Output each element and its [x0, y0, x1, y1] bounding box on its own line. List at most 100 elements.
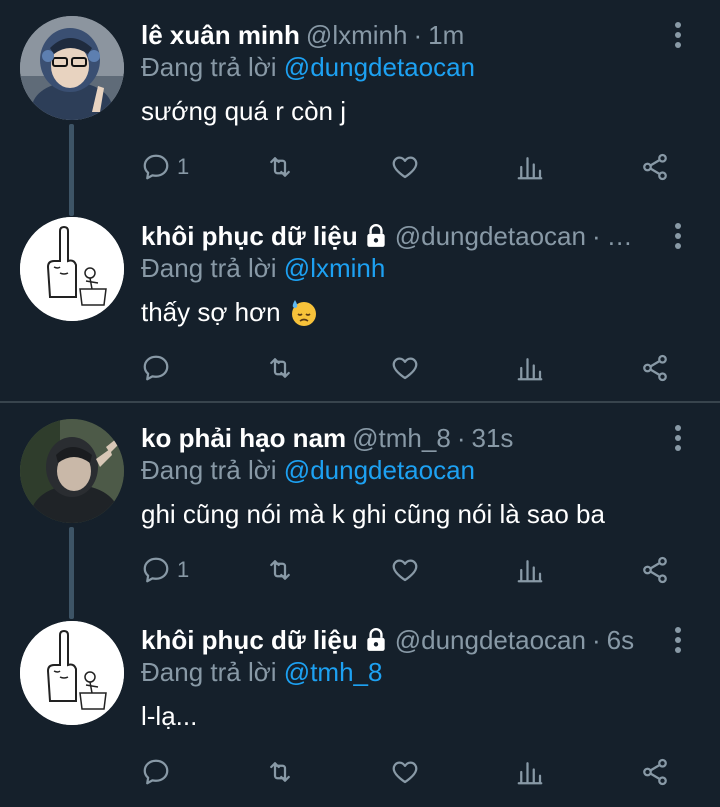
replying-to: Đang trả lời @dungdetaocan: [141, 455, 475, 486]
replying-to-label: Đang trả lời: [141, 253, 277, 283]
thread-1: lê xuân minh @lxminh · 1m Đang trả lời @…: [0, 0, 720, 402]
tweet-1[interactable]: lê xuân minh @lxminh · 1m Đang trả lời @…: [0, 0, 720, 200]
like-button[interactable]: [390, 145, 420, 189]
more-vertical-icon[interactable]: [668, 221, 688, 251]
like-button[interactable]: [390, 750, 420, 794]
tweet-header: khôi phục dữ liệu @dungdetaocan · 6s: [141, 623, 634, 657]
tweet-header: khôi phục dữ liệu @dungdetaocan · …: [141, 219, 633, 253]
tweet-text: ghi cũng nói mà k ghi cũng nói là sao ba: [141, 499, 605, 530]
avatar-dungdetaocan[interactable]: [20, 621, 124, 725]
timestamp[interactable]: 6s: [607, 625, 634, 656]
like-button[interactable]: [390, 346, 420, 390]
retweet-button[interactable]: [265, 750, 295, 794]
tweet-actions: 1: [0, 145, 720, 189]
more-vertical-icon[interactable]: [668, 20, 688, 50]
tweet-actions: [0, 750, 720, 794]
replying-to-label: Đang trả lời: [141, 657, 277, 687]
display-name[interactable]: khôi phục dữ liệu: [141, 625, 358, 656]
more-vertical-icon[interactable]: [668, 625, 688, 655]
username[interactable]: @tmh_8: [352, 423, 451, 454]
display-name[interactable]: ko phải hạo nam: [141, 423, 346, 454]
tweet-2[interactable]: khôi phục dữ liệu @dungdetaocan · … Đang…: [0, 201, 720, 401]
username[interactable]: @dungdetaocan: [395, 221, 586, 252]
replying-to: Đang trả lời @tmh_8: [141, 657, 382, 688]
separator-dot: ·: [591, 624, 601, 655]
reply-button[interactable]: [141, 750, 177, 794]
tweet-actions: 1: [0, 548, 720, 592]
analytics-icon: [517, 157, 543, 180]
share-button[interactable]: [640, 145, 670, 189]
replying-to-mention[interactable]: @dungdetaocan: [284, 455, 475, 485]
reply-button[interactable]: 1: [141, 145, 189, 189]
timestamp[interactable]: …: [607, 221, 633, 252]
tweet-text-content: sướng quá r còn j: [141, 96, 347, 126]
timestamp[interactable]: 31s: [471, 423, 513, 454]
replying-to: Đang trả lời @dungdetaocan: [141, 52, 475, 83]
retweet-button[interactable]: [265, 548, 295, 592]
avatar-tmh_8[interactable]: [20, 419, 124, 523]
tweet-text-content: thấy sợ hơn: [141, 297, 281, 327]
avatar-dungdetaocan[interactable]: [20, 217, 124, 321]
analytics-icon: [517, 762, 543, 785]
replying-to-mention[interactable]: @dungdetaocan: [284, 52, 475, 82]
anxious-sweat-emoji: [291, 299, 316, 326]
share-button[interactable]: [640, 548, 670, 592]
share-icon: [643, 354, 667, 382]
heart-icon: [392, 156, 418, 179]
tweet-text-content: l-lạ...: [141, 701, 198, 731]
reply-icon: [143, 154, 169, 180]
retweet-icon: [270, 762, 290, 782]
heart-icon: [392, 559, 418, 582]
tweet-text: sướng quá r còn j: [141, 96, 346, 127]
tweet-3[interactable]: ko phải hạo nam @tmh_8 · 31s Đang trả lờ…: [0, 403, 720, 603]
share-button[interactable]: [640, 346, 670, 390]
reply-button[interactable]: [141, 346, 177, 390]
reply-count: 1: [177, 557, 190, 582]
retweet-icon: [270, 358, 290, 378]
share-icon: [643, 758, 667, 786]
reply-icon: [143, 355, 169, 381]
retweet-icon: [270, 560, 290, 580]
analytics-icon: [517, 358, 543, 381]
analytics-icon: [517, 560, 543, 583]
timestamp[interactable]: 1m: [428, 20, 464, 51]
lock-icon: [367, 628, 385, 651]
replying-to: Đang trả lời @lxminh: [141, 253, 385, 284]
separator-dot: ·: [413, 19, 423, 50]
thread-2: ko phải hạo nam @tmh_8 · 31s Đang trả lờ…: [0, 403, 720, 807]
heart-icon: [392, 357, 418, 380]
lock-icon: [367, 224, 385, 247]
display-name[interactable]: lê xuân minh: [141, 20, 300, 51]
analytics-button[interactable]: [515, 750, 545, 794]
replying-to-label: Đang trả lời: [141, 52, 277, 82]
analytics-button[interactable]: [515, 346, 545, 390]
analytics-button[interactable]: [515, 548, 545, 592]
share-icon: [643, 153, 667, 181]
tweet-text: thấy sợ hơn: [141, 297, 319, 328]
reply-count: 1: [177, 154, 190, 179]
separator-dot: ·: [591, 220, 601, 251]
replying-to-mention[interactable]: @lxminh: [284, 253, 386, 283]
share-button[interactable]: [640, 750, 670, 794]
tweet-header: ko phải hạo nam @tmh_8 · 31s: [141, 421, 513, 455]
more-vertical-icon[interactable]: [668, 423, 688, 453]
avatar-lxminh[interactable]: [20, 16, 124, 120]
retweet-button[interactable]: [265, 346, 295, 390]
display-name[interactable]: khôi phục dữ liệu: [141, 221, 358, 252]
tweet-4[interactable]: khôi phục dữ liệu @dungdetaocan · 6s Đan…: [0, 605, 720, 805]
replying-to-mention[interactable]: @tmh_8: [284, 657, 383, 687]
reply-icon: [143, 557, 169, 583]
username[interactable]: @dungdetaocan: [395, 625, 586, 656]
tweet-text: l-lạ...: [141, 701, 197, 732]
tweet-text-content: ghi cũng nói mà k ghi cũng nói là sao ba: [141, 499, 605, 529]
retweet-icon: [270, 157, 290, 177]
reply-icon: [143, 759, 169, 785]
like-button[interactable]: [390, 548, 420, 592]
replying-to-label: Đang trả lời: [141, 455, 277, 485]
tweet-header: lê xuân minh @lxminh · 1m: [141, 18, 464, 52]
tweet-actions: [0, 346, 720, 390]
username[interactable]: @lxminh: [306, 20, 408, 51]
analytics-button[interactable]: [515, 145, 545, 189]
retweet-button[interactable]: [265, 145, 295, 189]
reply-button[interactable]: 1: [141, 548, 189, 592]
